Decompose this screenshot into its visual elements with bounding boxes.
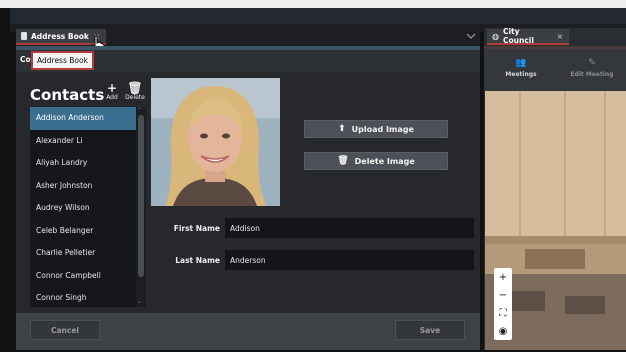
tab-address-book-label: Address Book — [31, 31, 89, 41]
zoom-out-button[interactable]: − — [494, 286, 512, 304]
cancel-button[interactable]: Cancel — [30, 320, 100, 340]
edit-meeting-label: Edit Meeting — [570, 71, 614, 78]
trash-icon: 🗑 — [127, 81, 143, 95]
people-icon: 👥 — [515, 58, 527, 68]
tab-city-council-label: City Council — [502, 27, 534, 45]
delete-contact-button[interactable]: 🗑 Delete — [122, 82, 148, 106]
list-item[interactable]: Aliyah Landry — [30, 152, 136, 175]
last-name-field[interactable] — [225, 250, 474, 270]
list-item[interactable]: Celeb Belanger — [30, 220, 136, 243]
tab-close-button[interactable]: × — [557, 32, 563, 41]
first-name-field[interactable] — [225, 218, 474, 238]
visibility-icon[interactable]: ◉ — [494, 322, 512, 340]
add-contact-label: Add — [106, 94, 118, 101]
zoom-in-button[interactable]: + — [494, 268, 512, 286]
contacts-scrollbar-thumb[interactable] — [138, 115, 144, 277]
top-band — [0, 0, 626, 8]
contacts-list: Addison Anderson Alexander Li Aliyah Landr… — [30, 107, 136, 307]
last-name-label: Last Name — [175, 256, 220, 265]
list-item[interactable]: Asher Johnston — [30, 175, 136, 198]
window-title-prefix: Co — [20, 55, 31, 64]
list-item[interactable]: Connor Campbell — [30, 265, 136, 288]
map-controls: + − ⛶ ◉ — [494, 268, 512, 340]
chevron-down-icon[interactable] — [466, 32, 476, 40]
delete-image-label: Delete Image — [354, 156, 415, 166]
trash-icon: 🗑 — [337, 156, 349, 166]
address-book-icon — [21, 32, 27, 40]
edit-meeting-tool[interactable]: ✎ Edit Meeting — [568, 58, 616, 78]
meetings-label: Meetings — [505, 71, 537, 78]
upload-image-button[interactable]: ⬆ Upload Image — [304, 120, 448, 138]
app-top-bar — [10, 8, 626, 24]
list-item[interactable]: Audrey Wilson — [30, 197, 136, 220]
contacts-heading: Contacts — [30, 86, 105, 104]
delete-contact-label: Delete — [125, 94, 145, 101]
meetings-tool[interactable]: 👥 Meetings — [497, 58, 545, 78]
upload-icon: ⬆ — [338, 124, 346, 134]
list-item[interactable]: Connor Singh — [30, 287, 136, 307]
scroll-up-icon[interactable]: ⌃ — [137, 107, 142, 114]
upload-image-label: Upload Image — [351, 124, 414, 134]
list-item[interactable]: Charlie Pelletier — [30, 242, 136, 265]
scroll-down-icon[interactable]: ⌄ — [137, 298, 142, 305]
list-item[interactable]: Addison Anderson — [30, 107, 136, 130]
list-item[interactable]: Alexander Li — [30, 130, 136, 153]
fullscreen-icon[interactable]: ⛶ — [494, 304, 512, 322]
contact-photo — [151, 78, 280, 206]
tab-city-council[interactable]: ◍ City Council × — [487, 27, 569, 45]
save-button[interactable]: Save — [395, 320, 465, 340]
first-name-label: First Name — [173, 224, 220, 233]
delete-image-button[interactable]: 🗑 Delete Image — [304, 152, 448, 170]
window-title-tooltip: Address Book — [31, 51, 94, 70]
globe-icon: ◍ — [492, 31, 499, 41]
pencil-icon: ✎ — [588, 58, 596, 68]
